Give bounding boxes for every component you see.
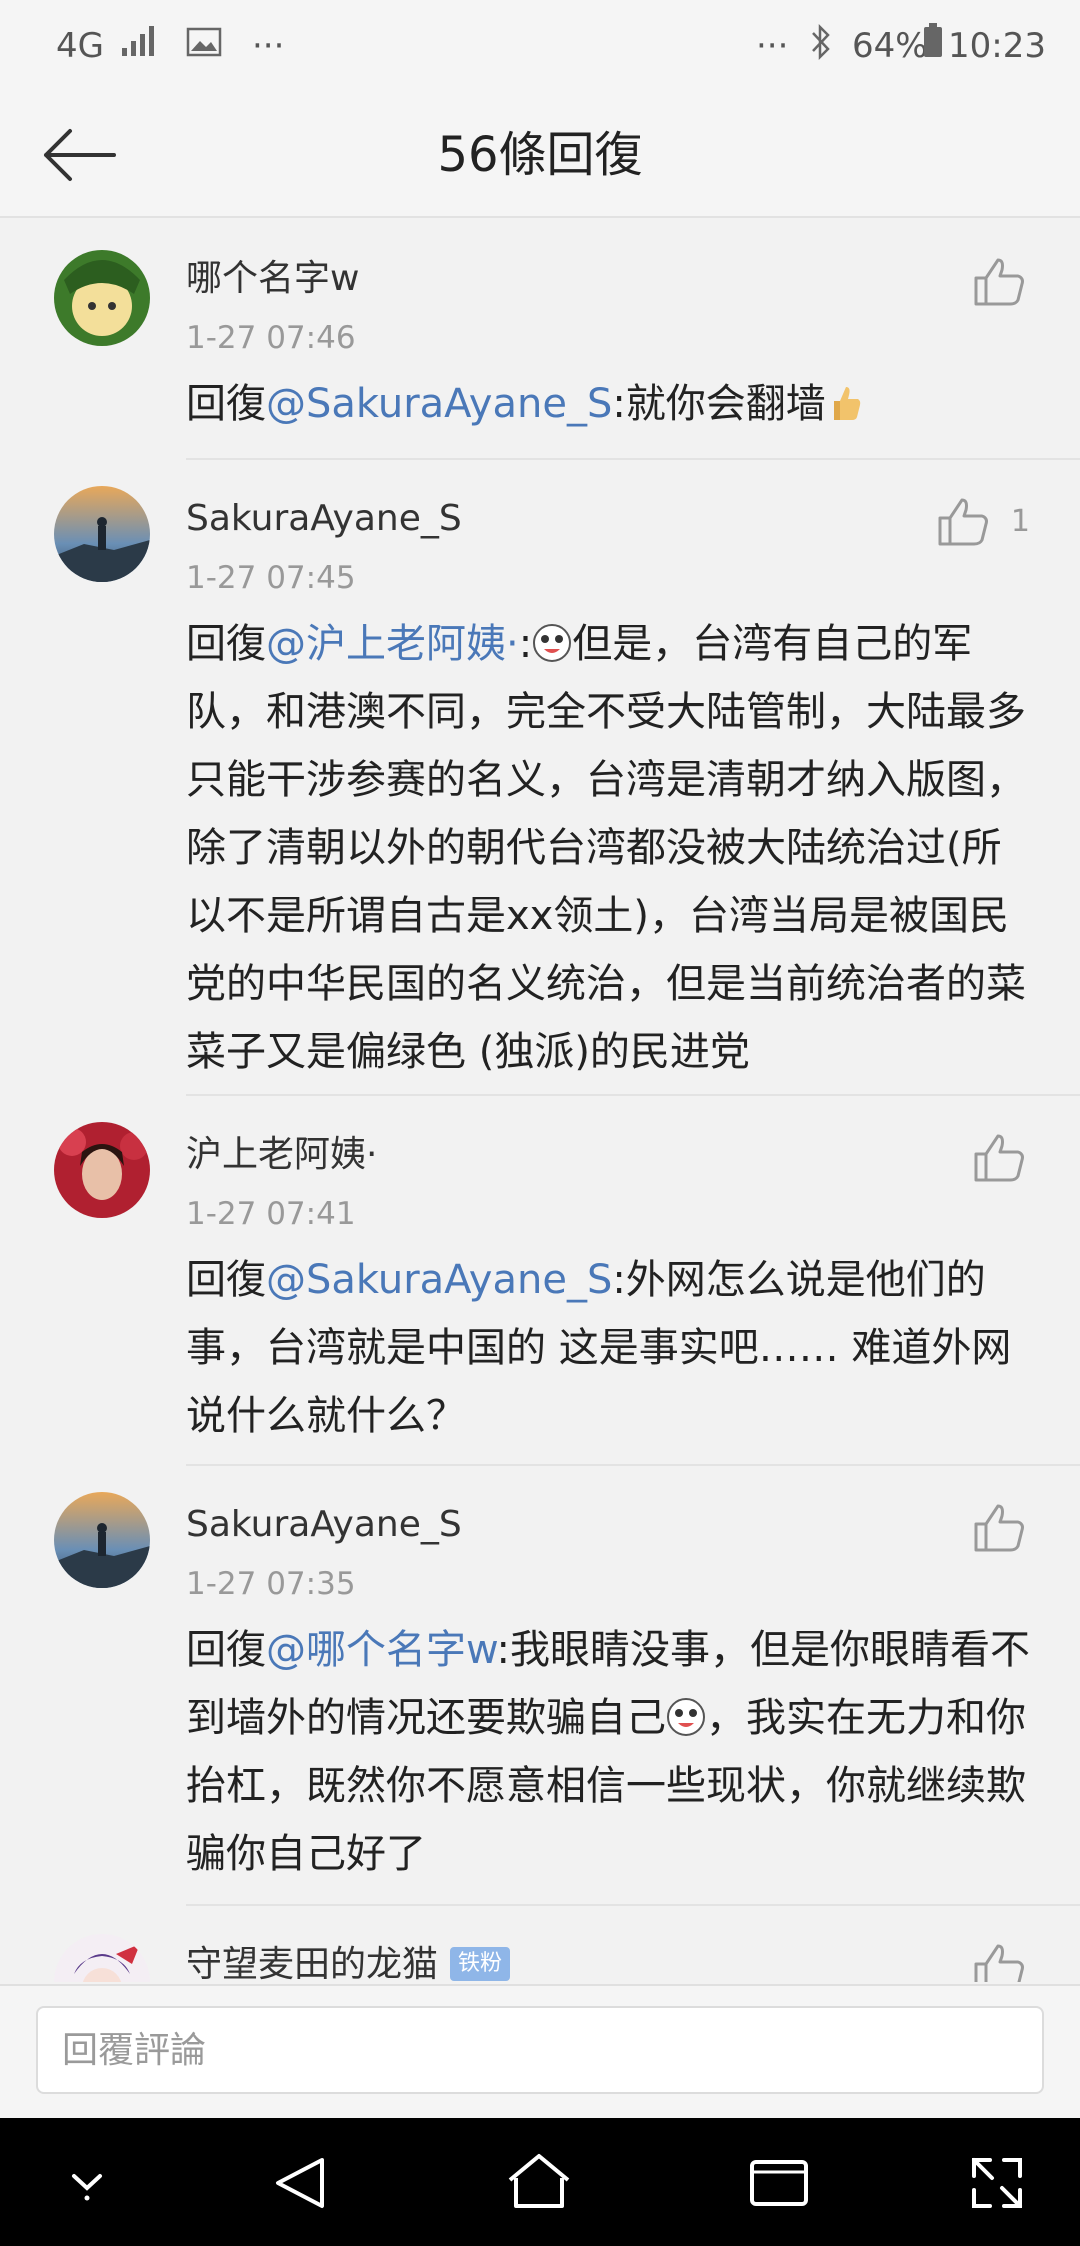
like-button[interactable] — [972, 1942, 1026, 1982]
network-type: 4G — [56, 26, 104, 66]
home-icon — [504, 2154, 574, 2222]
nav-home-button[interactable] — [504, 2148, 574, 2218]
battery-icon — [922, 22, 944, 71]
battery-percent: 64% — [852, 26, 928, 66]
avatar[interactable] — [54, 486, 150, 582]
thumbs-up-icon — [972, 1134, 1026, 1188]
mention-link[interactable]: @SakuraAyane_S — [266, 1257, 612, 1303]
like-button[interactable] — [972, 1132, 1026, 1184]
laughing-face-emoji — [532, 616, 572, 662]
avatar[interactable] — [54, 1492, 150, 1588]
mention-link[interactable]: @沪上老阿姨· — [266, 621, 519, 667]
fan-badge: 铁粉 — [450, 1947, 511, 1981]
nav-back-button[interactable] — [266, 2148, 336, 2218]
author-name: 守望麦田的龙猫 — [186, 1944, 439, 1982]
thumbs-up-emoji — [826, 376, 866, 420]
avatar[interactable] — [54, 1122, 150, 1218]
reply-text: :就你会翻墙 — [612, 381, 826, 427]
header: 56條回復 — [0, 92, 1080, 218]
comment-time: 1-27 07:46 — [186, 320, 356, 356]
reply-comment-input[interactable] — [36, 2006, 1044, 2094]
comment-author[interactable]: 沪上老阿姨· — [186, 1130, 377, 1180]
expand-icon — [962, 2158, 1032, 2222]
comment-text: 回復@沪上老阿姨·: 但是，台湾有自己的军队，和港澳不同，完全不受大陆管制，大陆最… — [186, 610, 1036, 1086]
image-notification-icon — [186, 22, 222, 70]
like-button[interactable] — [972, 256, 1026, 308]
laughing-face-emoji — [666, 1690, 706, 1736]
comment-item: SakuraAyane_S 1-27 07:45 1 回復@沪上老阿姨·: 但是，… — [0, 460, 1080, 1096]
reply-input-bar — [0, 1984, 1080, 2118]
comment-item: 沪上老阿姨· 1-27 07:41 回復@SakuraAyane_S:外网怎么说… — [0, 1096, 1080, 1466]
comment-author[interactable]: 守望麦田的龙猫 铁粉 — [186, 1940, 511, 1982]
thumbs-up-icon — [936, 498, 990, 552]
hide-keyboard-button[interactable] — [52, 2148, 122, 2218]
nav-recents-button[interactable] — [744, 2148, 814, 2218]
comment-text: 回復@SakuraAyane_S:外网怎么说是他们的事，台湾就是中国的 这是事实… — [186, 1246, 1036, 1450]
comment-time: 1-27 07:41 — [186, 1196, 356, 1232]
nav-expand-button[interactable] — [962, 2148, 1032, 2218]
comment-item: 哪个名字w 1-27 07:46 回復@SakuraAyane_S:就你会翻墙 — [0, 220, 1080, 460]
signal-bars-icon — [120, 22, 160, 71]
reply-prefix: 回復 — [186, 1257, 266, 1303]
bluetooth-icon — [806, 22, 836, 75]
comment-author[interactable]: SakuraAyane_S — [186, 1500, 462, 1550]
like-count: 1 — [1010, 504, 1030, 539]
more-notifications-indicator: ··· — [252, 26, 285, 66]
reply-prefix: 回復 — [186, 381, 266, 427]
reply-text: : — [518, 621, 533, 667]
system-navigation-bar — [0, 2118, 1080, 2246]
comment-text: 回復@SakuraAyane_S:就你会翻墙 — [186, 370, 1036, 438]
thumbs-up-icon — [972, 258, 1026, 312]
thumbs-up-icon — [972, 1944, 1026, 1982]
back-triangle-icon — [266, 2158, 336, 2222]
comment-item: 守望麦田的龙猫 铁粉 — [0, 1906, 1080, 1982]
reply-prefix: 回復 — [186, 1627, 266, 1673]
thumbs-up-icon — [972, 1504, 1026, 1558]
status-bar: 4G ··· ··· 64% 10:23 — [0, 0, 1080, 92]
chevron-down-icon — [52, 2174, 122, 2222]
like-button[interactable] — [936, 496, 990, 548]
clock: 10:23 — [948, 26, 1046, 66]
like-button[interactable] — [972, 1502, 1026, 1554]
avatar[interactable] — [54, 1934, 150, 1982]
comment-item: SakuraAyane_S 1-27 07:35 回復@哪个名字w:我眼睛没事，… — [0, 1466, 1080, 1906]
comment-author[interactable]: SakuraAyane_S — [186, 494, 462, 544]
reply-text-continued: 但是，台湾有自己的军队，和港澳不同，完全不受大陆管制，大陆最多只能干涉参赛的名义… — [186, 621, 1026, 1075]
avatar[interactable] — [54, 250, 150, 346]
mention-link[interactable]: @SakuraAyane_S — [266, 381, 612, 427]
mention-link[interactable]: @哪个名字w — [266, 1627, 497, 1673]
reply-list[interactable]: 哪个名字w 1-27 07:46 回復@SakuraAyane_S:就你会翻墙 … — [0, 220, 1080, 1982]
more-status-indicator: ··· — [756, 26, 789, 66]
page-title: 56條回復 — [437, 127, 643, 183]
recents-icon — [744, 2160, 814, 2222]
reply-prefix: 回復 — [186, 621, 266, 667]
comment-time: 1-27 07:45 — [186, 560, 356, 596]
comment-text: 回復@哪个名字w:我眼睛没事，但是你眼睛看不到墙外的情况还要欺骗自己 ，我实在无力… — [186, 1616, 1036, 1888]
comment-author[interactable]: 哪个名字w — [186, 254, 359, 304]
comment-time: 1-27 07:35 — [186, 1566, 356, 1602]
